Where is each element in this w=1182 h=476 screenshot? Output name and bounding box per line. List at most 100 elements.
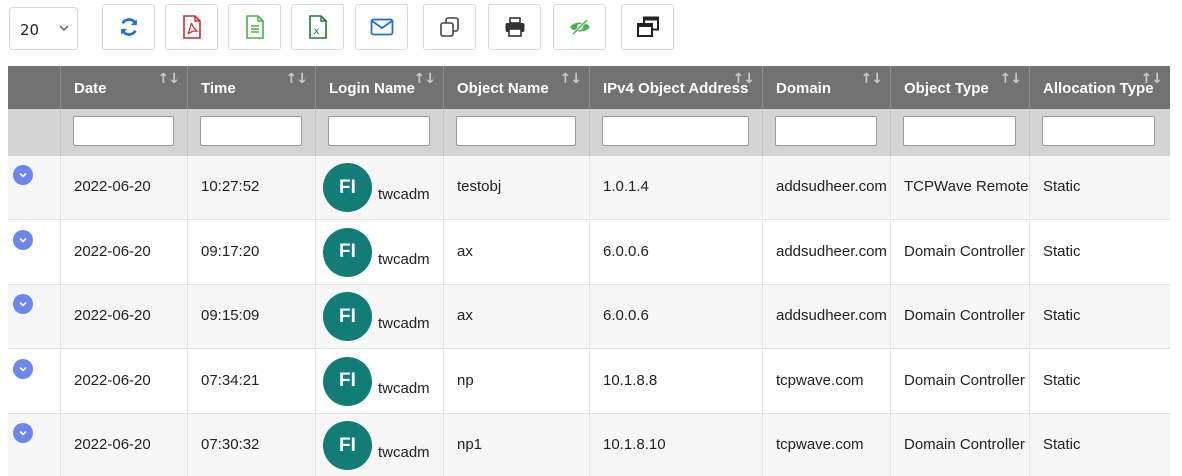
export-pdf-button[interactable] bbox=[165, 4, 218, 50]
ipv4-filter-input[interactable] bbox=[602, 116, 749, 146]
cell-object-type: Domain Controller bbox=[891, 220, 1030, 285]
cell-text: addsudheer.com bbox=[776, 178, 887, 195]
cell-text: 10.1.8.10 bbox=[603, 436, 666, 453]
cell-text: ax bbox=[457, 242, 473, 260]
page-size-select[interactable]: 20 bbox=[9, 7, 78, 50]
sort-icon: ↑↓ bbox=[860, 71, 883, 87]
filter-expand bbox=[8, 109, 61, 156]
avatar: FI bbox=[323, 227, 372, 277]
avatar: FI bbox=[323, 292, 372, 341]
chevron-down-icon bbox=[19, 237, 27, 243]
header-ipv4-address[interactable]: IPv4 Object Address ↑↓ bbox=[590, 66, 763, 109]
refresh-button[interactable] bbox=[102, 4, 155, 50]
table-row: 2022-06-20 09:17:20 FI twcadm ax 6.0.0.6 addsu… bbox=[8, 220, 1170, 285]
header-object-name[interactable]: Object Name ↑↓ bbox=[444, 66, 590, 109]
cell-time: 07:34:21 bbox=[188, 349, 316, 414]
header-time[interactable]: Time ↑↓ bbox=[188, 66, 316, 109]
cell-ipv4: 10.1.8.10 bbox=[590, 414, 763, 476]
cell-ipv4: 6.0.0.6 bbox=[590, 220, 763, 285]
column-visibility-button[interactable] bbox=[553, 4, 606, 50]
login-name-filter-input[interactable] bbox=[328, 116, 430, 146]
cell-ipv4: 10.1.8.8 bbox=[590, 349, 763, 414]
export-excel-button[interactable]: x bbox=[291, 4, 344, 50]
excel-icon: x bbox=[307, 15, 329, 39]
cell-time: 09:15:09 bbox=[188, 285, 316, 349]
cell-text: 10:27:52 bbox=[201, 178, 260, 195]
expand-cell bbox=[8, 156, 61, 220]
filter-object-name bbox=[444, 109, 590, 156]
login-name-text: twcadm bbox=[378, 186, 430, 203]
sort-icon: ↑↓ bbox=[999, 71, 1022, 87]
expand-row-button[interactable] bbox=[13, 294, 33, 314]
cell-text: 6.0.0.6 bbox=[603, 307, 649, 324]
cell-allocation-type: Static bbox=[1030, 156, 1170, 220]
object-type-filter-input[interactable] bbox=[903, 116, 1016, 146]
cell-date: 2022-06-20 bbox=[61, 220, 188, 285]
cell-date: 2022-06-20 bbox=[61, 414, 188, 476]
cell-text: Domain Controller bbox=[904, 242, 1025, 260]
cell-domain: addsudheer.com bbox=[763, 156, 891, 220]
filter-ipv4 bbox=[590, 109, 763, 156]
printer-icon bbox=[504, 17, 526, 37]
object-name-filter-input[interactable] bbox=[456, 116, 576, 146]
expand-row-button[interactable] bbox=[13, 423, 33, 443]
pdf-icon bbox=[181, 15, 203, 39]
print-button[interactable] bbox=[488, 4, 541, 50]
cell-login: FI twcadm bbox=[316, 414, 444, 476]
header-date[interactable]: Date ↑↓ bbox=[61, 66, 188, 109]
cell-time: 07:30:32 bbox=[188, 414, 316, 476]
filter-time bbox=[188, 109, 316, 156]
refresh-icon bbox=[118, 16, 140, 38]
cell-object-type: Domain Controller bbox=[891, 414, 1030, 476]
expand-cell bbox=[8, 285, 61, 349]
chevron-down-icon bbox=[19, 430, 27, 436]
cell-text: ax bbox=[457, 307, 473, 324]
cell-text: Static bbox=[1043, 436, 1081, 453]
header-label: Time bbox=[201, 80, 236, 97]
cell-text: 2022-06-20 bbox=[74, 371, 151, 389]
sort-icon: ↑↓ bbox=[732, 71, 755, 87]
restore-window-button[interactable] bbox=[621, 4, 674, 50]
svg-text:x: x bbox=[313, 26, 319, 37]
cell-object-name: ax bbox=[444, 285, 590, 349]
header-label: Login Name bbox=[329, 80, 415, 97]
filter-object-type bbox=[891, 109, 1030, 156]
email-button[interactable] bbox=[355, 4, 408, 50]
table-row: 2022-06-20 10:27:52 FI twcadm testobj 1.0.1.4… bbox=[8, 156, 1170, 220]
copy-button[interactable] bbox=[423, 4, 476, 50]
time-filter-input[interactable] bbox=[200, 116, 302, 146]
cell-text: np bbox=[457, 371, 474, 389]
copy-icon bbox=[439, 16, 461, 38]
expand-cell bbox=[8, 349, 61, 414]
export-csv-button[interactable] bbox=[228, 4, 281, 50]
toolbar: 20 x bbox=[0, 0, 1182, 62]
domain-filter-input[interactable] bbox=[775, 116, 877, 146]
table-row: 2022-06-20 09:15:09 FI twcadm ax 6.0.0.6 addsu… bbox=[8, 285, 1170, 349]
expand-row-button[interactable] bbox=[13, 229, 33, 250]
cell-time: 09:17:20 bbox=[188, 220, 316, 285]
header-domain[interactable]: Domain ↑↓ bbox=[763, 66, 891, 109]
header-object-type[interactable]: Object Type ↑↓ bbox=[891, 66, 1030, 109]
filter-login bbox=[316, 109, 444, 156]
eye-slash-icon bbox=[568, 18, 592, 36]
header-allocation-type[interactable]: Allocation Type ↑↓ bbox=[1030, 66, 1170, 109]
expand-row-button[interactable] bbox=[13, 165, 33, 185]
expand-row-button[interactable] bbox=[13, 358, 33, 379]
cell-object-name: ax bbox=[444, 220, 590, 285]
page-size-value: 20 bbox=[20, 21, 40, 39]
sort-icon: ↑↓ bbox=[1140, 71, 1163, 87]
cell-text: 09:15:09 bbox=[201, 307, 260, 324]
cell-text: testobj bbox=[457, 178, 502, 195]
cell-login: FI twcadm bbox=[316, 285, 444, 349]
allocation-type-filter-input[interactable] bbox=[1042, 116, 1155, 146]
header-login-name[interactable]: Login Name ↑↓ bbox=[316, 66, 444, 109]
chevron-down-icon bbox=[19, 301, 27, 307]
sort-icon: ↑↓ bbox=[157, 71, 180, 87]
filter-allocation-type bbox=[1030, 109, 1170, 156]
cell-date: 2022-06-20 bbox=[61, 156, 188, 220]
cell-domain: addsudheer.com bbox=[763, 220, 891, 285]
login-name-text: twcadm bbox=[378, 379, 430, 397]
chevron-down-icon bbox=[19, 172, 27, 178]
date-filter-input[interactable] bbox=[73, 116, 174, 146]
envelope-icon bbox=[370, 18, 394, 36]
